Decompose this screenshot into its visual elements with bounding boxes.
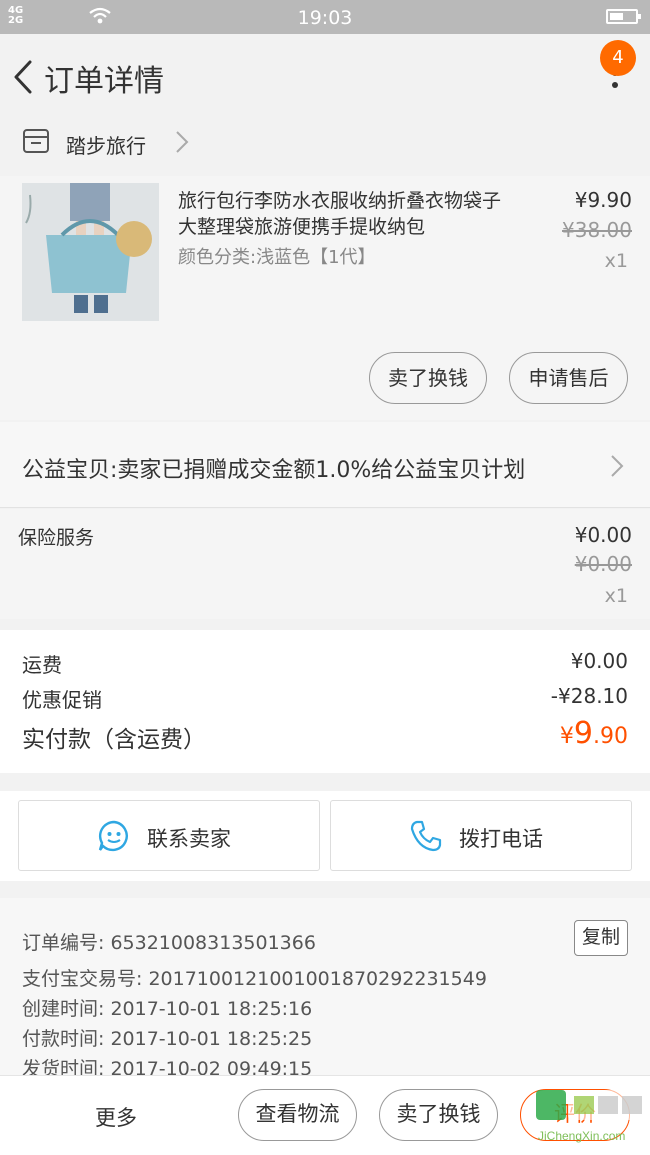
alipay-trade-number: 支付宝交易号: 2017100121001001870292231549 <box>22 968 487 990</box>
insurance-row: 保险服务 ¥0.00 ¥0.00 x1 <box>0 509 650 619</box>
store-icon <box>23 129 49 153</box>
product-variant: 颜色分类:浅蓝色【1代】 <box>178 247 376 268</box>
copy-button[interactable]: 复制 <box>574 920 628 956</box>
sell-for-cash-bottom-button[interactable]: 卖了换钱 <box>379 1089 498 1141</box>
insurance-original-price: ¥0.00 <box>574 552 632 576</box>
paid-integer: 9 <box>573 716 593 751</box>
contact-section: 联系卖家 拨打电话 <box>0 791 650 881</box>
product-image[interactable] <box>22 183 159 321</box>
order-info: 订单编号: 65321008313501366 复制 支付宝交易号: 20171… <box>0 898 650 1080</box>
chevron-right-icon <box>176 131 189 153</box>
contact-seller-label: 联系卖家 <box>147 827 231 851</box>
product-title[interactable]: 旅行包行李防水衣服收纳折叠衣物袋子大整理袋旅游便携手提收纳包 <box>178 188 518 240</box>
order-number: 订单编号: 65321008313501366 <box>22 932 316 954</box>
chevron-right-icon <box>611 455 624 477</box>
shipping-value: ¥0.00 <box>570 649 628 673</box>
price-summary: 运费 ¥0.00 优惠促销 -¥28.10 实付款（含运费） ¥9.90 <box>0 630 650 773</box>
call-phone-label: 拨打电话 <box>459 827 543 851</box>
paid-row: 实付款（含运费） ¥9.90 <box>22 716 628 754</box>
product-price: ¥9.90 <box>574 188 632 212</box>
more-button[interactable]: 更多 <box>95 1102 137 1132</box>
shipping-row: 运费 ¥0.00 <box>22 649 628 678</box>
clock: 19:03 <box>297 7 353 29</box>
bag-illustration <box>22 183 159 321</box>
phone-icon <box>410 820 442 852</box>
chat-bubble-icon <box>98 820 128 852</box>
charity-text: 公益宝贝:卖家已捐赠成交金额1.0%给公益宝贝计划 <box>22 458 526 483</box>
sell-for-cash-button[interactable]: 卖了换钱 <box>369 352 487 404</box>
battery-icon <box>606 9 641 24</box>
insurance-quantity: x1 <box>604 585 628 607</box>
paid-label: 实付款（含运费） <box>22 727 206 753</box>
watermark-text: JiChengXin.com <box>538 1129 625 1143</box>
shop-row[interactable]: 踏步旅行 <box>0 120 650 174</box>
product-card[interactable]: 旅行包行李防水衣服收纳折叠衣物袋子大整理袋旅游便携手提收纳包 颜色分类:浅蓝色【… <box>0 176 650 420</box>
status-bar: 4G 2G 19:03 <box>0 0 650 34</box>
contact-seller-button[interactable]: 联系卖家 <box>18 800 320 871</box>
discount-row: 优惠促销 -¥28.10 <box>22 684 628 713</box>
view-logistics-button[interactable]: 查看物流 <box>238 1089 357 1141</box>
insurance-label: 保险服务 <box>18 527 95 549</box>
discount-label: 优惠促销 <box>22 688 102 712</box>
charity-row[interactable]: 公益宝贝:卖家已捐赠成交金额1.0%给公益宝贝计划 <box>0 422 650 508</box>
created-time: 创建时间: 2017-10-01 18:25:16 <box>22 998 313 1020</box>
site-watermark-logo: JiChengXin.com <box>536 1090 648 1143</box>
notification-badge[interactable]: 4 <box>600 40 636 76</box>
insurance-price: ¥0.00 <box>574 523 632 547</box>
shipping-label: 运费 <box>22 653 62 677</box>
shop-name[interactable]: 踏步旅行 <box>66 130 146 159</box>
paid-time: 付款时间: 2017-10-01 18:25:25 <box>22 1028 313 1050</box>
discount-value: -¥28.10 <box>550 684 628 708</box>
back-arrow-icon[interactable] <box>8 58 38 96</box>
navigation-bar: 订单详情 4 <box>0 34 650 120</box>
after-sales-button[interactable]: 申请售后 <box>509 352 628 404</box>
call-phone-button[interactable]: 拨打电话 <box>330 800 632 871</box>
page-title: 订单详情 <box>44 64 164 99</box>
paid-decimal: .90 <box>593 724 628 749</box>
product-original-price: ¥38.00 <box>562 218 632 242</box>
paid-value: ¥9.90 <box>560 716 628 751</box>
paid-currency: ¥ <box>559 724 574 749</box>
product-quantity: x1 <box>604 250 628 272</box>
